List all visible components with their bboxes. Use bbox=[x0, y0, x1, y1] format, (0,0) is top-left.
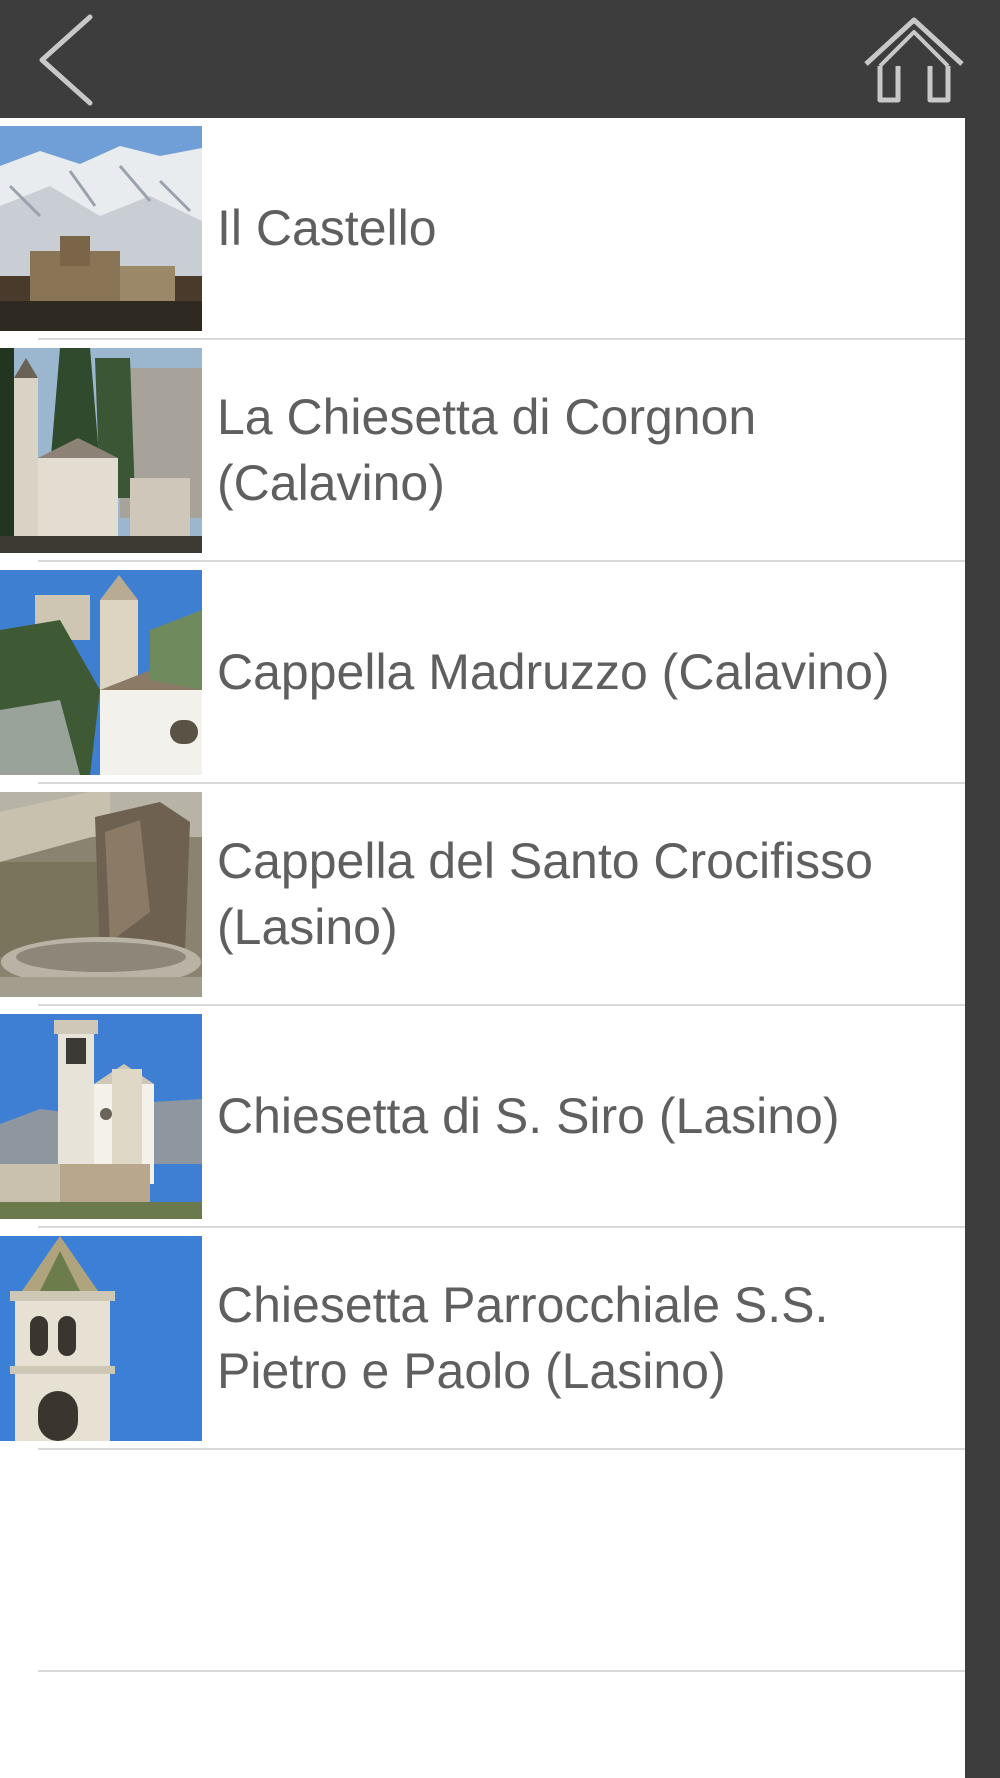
list-item[interactable]: Cappella del Santo Crocifisso (Lasino) bbox=[0, 784, 965, 1006]
white-church-photo bbox=[0, 1014, 202, 1219]
right-edge-bar bbox=[965, 118, 1000, 1778]
list-item[interactable]: Chiesetta di S. Siro (Lasino) bbox=[0, 1006, 965, 1228]
list-item[interactable]: La Chiesetta di Corgnon (Calavino) bbox=[0, 340, 965, 562]
item-label: Chiesetta di S. Siro (Lasino) bbox=[217, 1088, 840, 1144]
home-icon bbox=[864, 17, 964, 103]
back-button[interactable] bbox=[28, 12, 118, 107]
home-button[interactable] bbox=[862, 14, 966, 104]
stone-fountain-photo bbox=[0, 792, 202, 997]
item-label: La Chiesetta di Corgnon (Calavino) bbox=[217, 389, 757, 511]
item-label: Cappella del Santo Crocifisso (Lasino) bbox=[217, 833, 873, 955]
empty-row bbox=[0, 1450, 965, 1672]
castle-mountain-photo bbox=[0, 126, 202, 331]
list-item[interactable]: Chiesetta Parrocchiale S.S. Pietro e Pao… bbox=[0, 1228, 965, 1450]
places-list: Il Castello La Chiesetta di Corgnon (Cal… bbox=[0, 118, 965, 1778]
belfry-sky-photo bbox=[0, 1236, 202, 1441]
top-navigation-bar bbox=[0, 0, 1000, 118]
item-label: Chiesetta Parrocchiale S.S. Pietro e Pao… bbox=[217, 1277, 829, 1399]
separator bbox=[38, 1670, 965, 1672]
item-label: Cappella Madruzzo (Calavino) bbox=[217, 644, 890, 700]
list-item[interactable]: Cappella Madruzzo (Calavino) bbox=[0, 562, 965, 784]
item-label: Il Castello bbox=[217, 200, 437, 256]
bell-tower-trees-photo bbox=[0, 348, 202, 553]
castle-chapel-photo bbox=[0, 570, 202, 775]
chevron-left-icon bbox=[39, 14, 93, 106]
list-item[interactable]: Il Castello bbox=[0, 118, 965, 340]
